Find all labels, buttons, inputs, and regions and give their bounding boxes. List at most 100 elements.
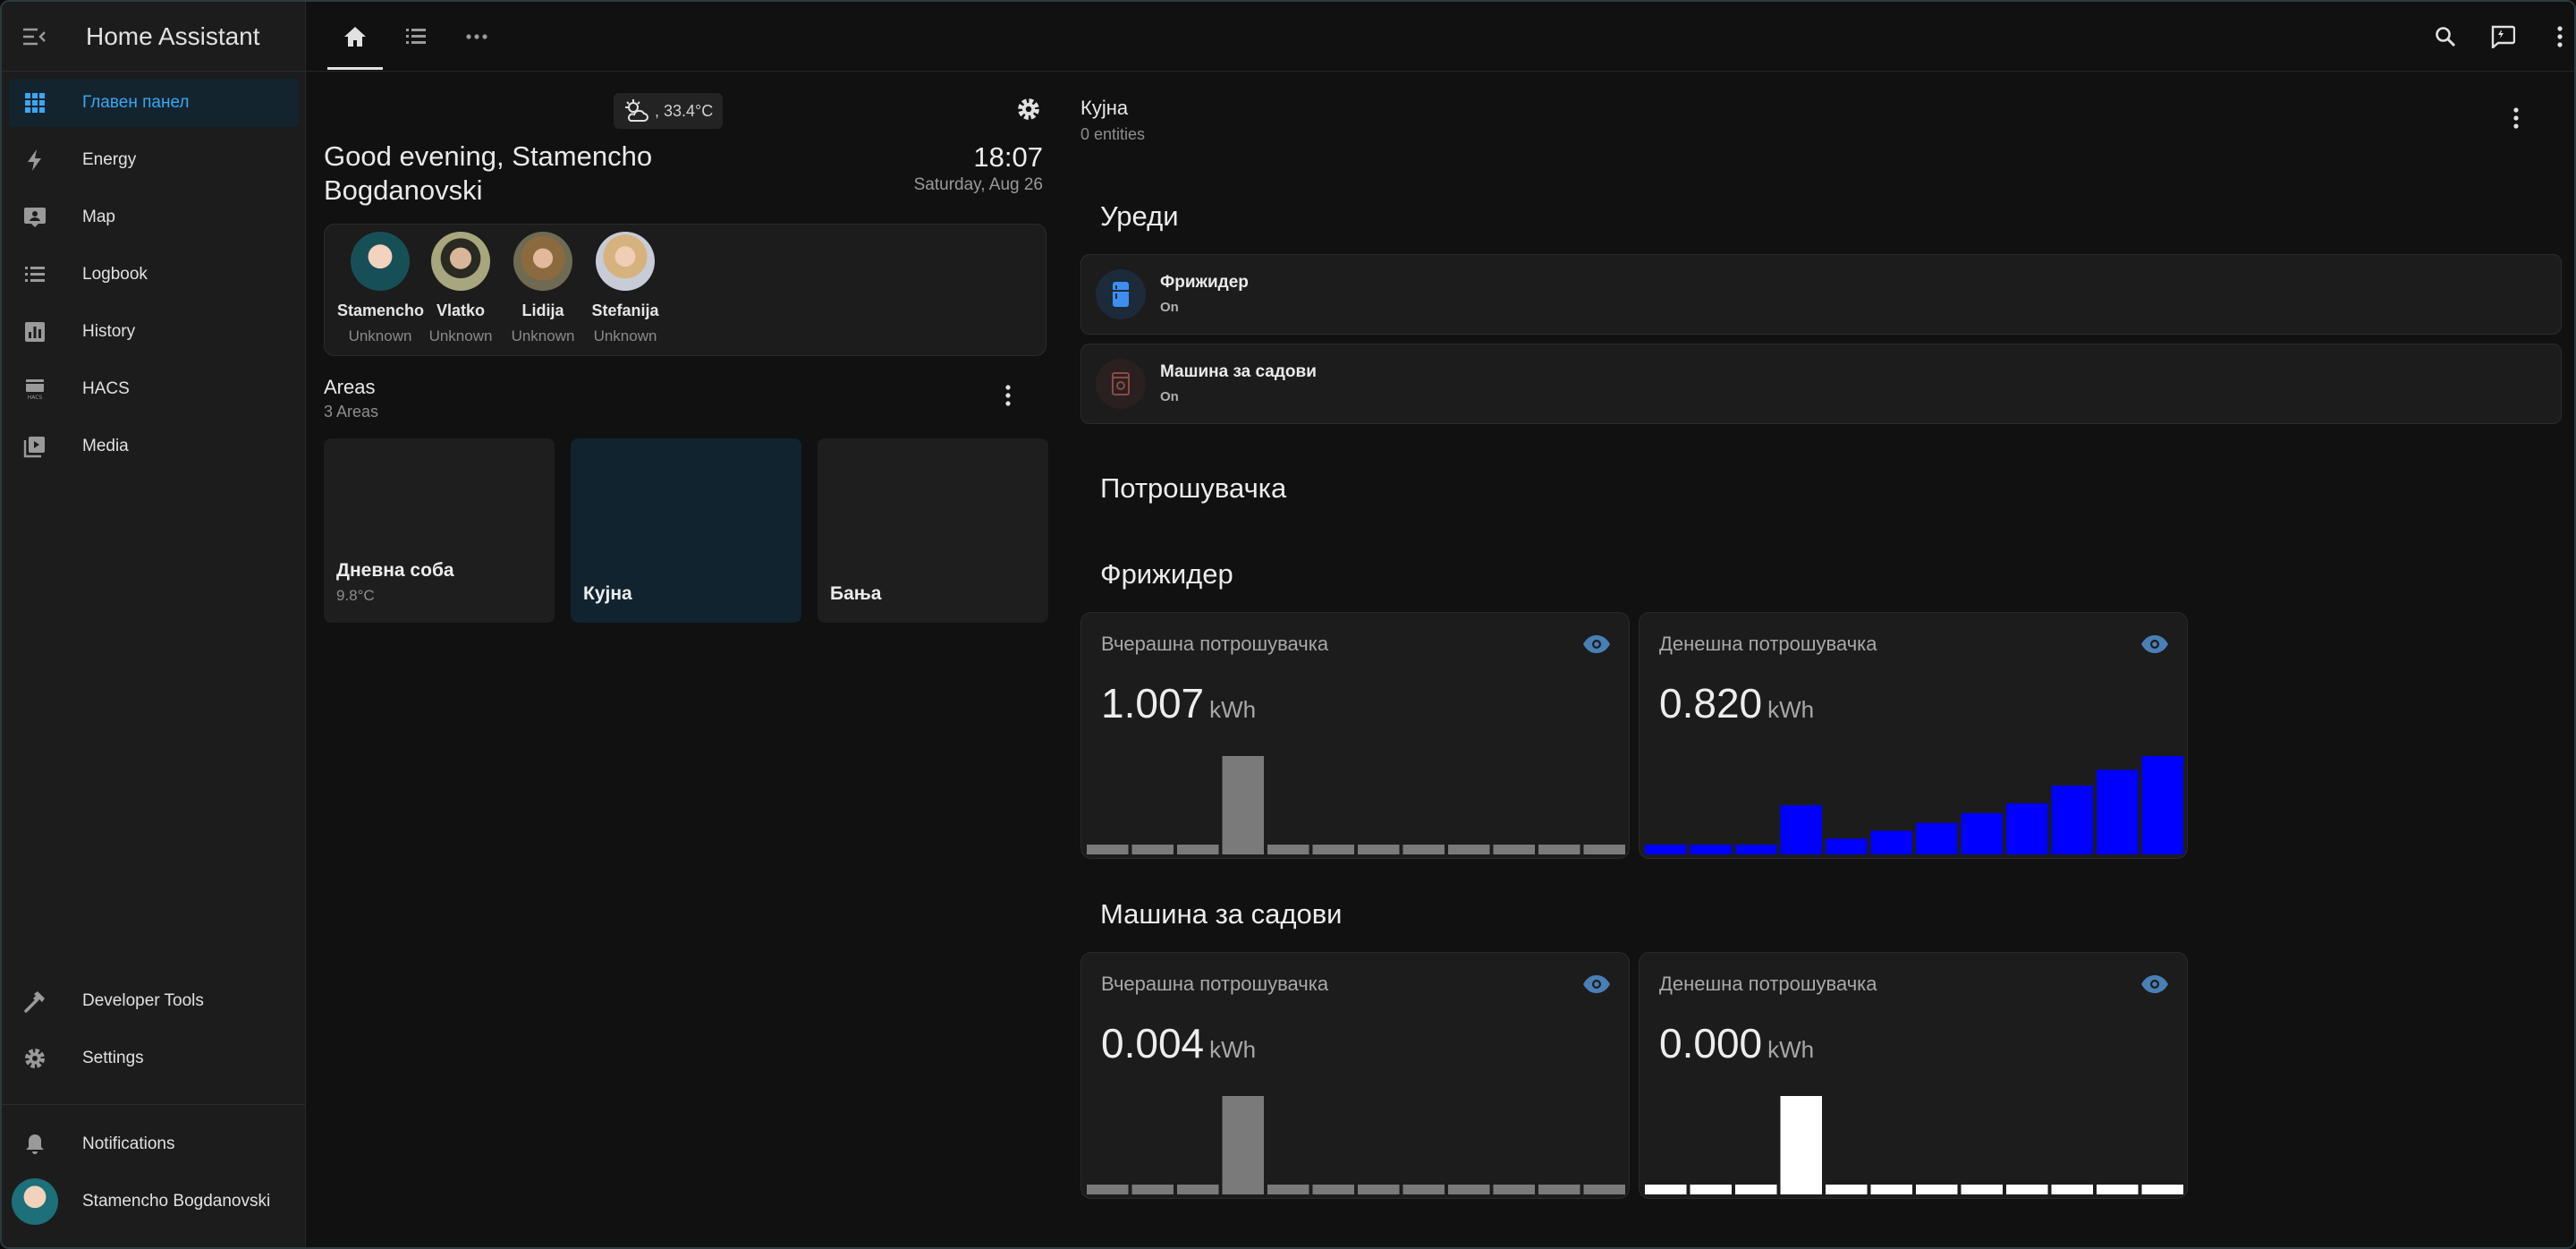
areas-menu-button[interactable]: [1005, 385, 1011, 411]
consumption-bar[interactable]: [2006, 803, 2048, 854]
person-stamencho[interactable]: Stamencho Unknown: [337, 232, 424, 345]
consumption-bar[interactable]: [1493, 1185, 1536, 1194]
consumption-bar[interactable]: [2141, 1185, 2184, 1194]
consumption-bar[interactable]: [2097, 769, 2139, 854]
consumption-bar[interactable]: [1267, 1185, 1309, 1194]
sidebar-item-profile[interactable]: Stamencho Bogdanovski: [9, 1177, 299, 1226]
consumption-bar[interactable]: [1312, 845, 1355, 854]
consumption-bar[interactable]: [1177, 845, 1219, 854]
home-settings-button[interactable]: [1016, 97, 1041, 126]
fridge-consumption-heading: Фрижидер: [1100, 558, 1233, 590]
consumption-bar[interactable]: [1131, 845, 1174, 854]
sidebar-item-media[interactable]: Media: [9, 422, 299, 471]
sidebar-item-developer-tools[interactable]: Developer Tools: [9, 977, 299, 1025]
consumption-bar[interactable]: [1448, 845, 1490, 854]
sidebar-item-settings[interactable]: Settings: [9, 1034, 299, 1083]
consumption-bar[interactable]: [1087, 1185, 1129, 1194]
consumption-bar[interactable]: [1735, 1185, 1777, 1194]
tab-home[interactable]: [326, 2, 385, 72]
sidebar-item-energy[interactable]: Energy: [9, 136, 299, 184]
menu-collapse-icon[interactable]: [2, 2, 66, 72]
eye-icon[interactable]: [2140, 634, 2169, 658]
eye-icon[interactable]: [1582, 974, 1611, 998]
consumption-bar[interactable]: [1448, 1185, 1490, 1194]
eye-icon[interactable]: [2140, 974, 2169, 998]
consumption-bar[interactable]: [1358, 1185, 1400, 1194]
person-vlatko[interactable]: Vlatko Unknown: [418, 232, 504, 345]
sidebar-item-logbook[interactable]: Logbook: [9, 251, 299, 299]
avatar-wrap: [9, 1178, 61, 1225]
consumption-bar[interactable]: [1870, 1185, 1913, 1194]
area-card-living-room[interactable]: Дневна соба 9.8°C: [324, 438, 555, 623]
device-state: On: [1160, 300, 1179, 315]
consumption-bar[interactable]: [2141, 756, 2184, 854]
consumption-bar[interactable]: [1735, 845, 1777, 854]
consumption-bar[interactable]: [1358, 845, 1400, 854]
stat-card-fridge-yesterday[interactable]: Вчерашна потрошувачка 1.007 kWh: [1080, 612, 1630, 859]
consumption-bar[interactable]: [1312, 1185, 1355, 1194]
tab-more[interactable]: [447, 2, 506, 72]
consumption-bar[interactable]: [1538, 1185, 1580, 1194]
sidebar-item-label: Energy: [82, 150, 137, 169]
consumption-bar[interactable]: [1177, 1185, 1219, 1194]
consumption-bar[interactable]: [1402, 845, 1445, 854]
person-stefanija[interactable]: Stefanija Unknown: [582, 232, 668, 345]
consumption-bar[interactable]: [1690, 845, 1733, 854]
consumption-bar[interactable]: [1222, 756, 1265, 854]
device-tile-fridge[interactable]: Фрижидер On: [1080, 254, 2562, 335]
eye-icon[interactable]: [1582, 634, 1611, 658]
consumption-bar[interactable]: [1493, 845, 1536, 854]
weather-chip[interactable]: , 33.4°C: [614, 93, 723, 129]
device-name: Машина за садови: [1160, 362, 1317, 381]
hammer-icon: [9, 990, 61, 1013]
consumption-bar[interactable]: [1961, 812, 2004, 854]
stat-card-fridge-today[interactable]: Денешна потрошувачка 0.820 kWh: [1639, 612, 2188, 859]
consumption-bar[interactable]: [1538, 845, 1580, 854]
consumption-bar[interactable]: [1916, 1185, 1958, 1194]
consumption-bar[interactable]: [1916, 822, 1958, 854]
sidebar-item-hacs[interactable]: HACS HACS: [9, 365, 299, 413]
area-name: Дневна соба: [336, 560, 454, 581]
avatar: [513, 232, 572, 291]
consumption-bar[interactable]: [2097, 1185, 2139, 1194]
consumption-bar[interactable]: [1583, 845, 1626, 854]
overflow-menu-button[interactable]: [2533, 2, 2574, 72]
consumption-bar[interactable]: [1961, 1185, 2004, 1194]
consumption-bar[interactable]: [1826, 1185, 1868, 1194]
consumption-bar[interactable]: [1222, 1096, 1265, 1194]
sidebar-item-map[interactable]: Map: [9, 193, 299, 242]
consumption-bar[interactable]: [1780, 1096, 1823, 1194]
area-card-bathroom[interactable]: Бања: [818, 438, 1048, 623]
tab-list[interactable]: [386, 2, 445, 72]
consumption-bar[interactable]: [1780, 805, 1823, 854]
person-lidija[interactable]: Lidija Unknown: [500, 232, 586, 345]
consumption-bar[interactable]: [1645, 845, 1687, 854]
device-tile-dishwasher[interactable]: Машина за садови On: [1080, 344, 2562, 424]
sidebar-item-notifications[interactable]: Notifications: [9, 1120, 299, 1168]
search-button[interactable]: [2419, 2, 2472, 72]
area-title: Кујна: [1080, 97, 1129, 119]
area-card-kitchen[interactable]: Кујна: [571, 438, 801, 623]
consumption-bar[interactable]: [1402, 1185, 1445, 1194]
consumption-bar[interactable]: [2051, 1185, 2094, 1194]
sidebar-item-dashboard[interactable]: Главен панел: [9, 79, 299, 127]
sidebar-item-label: Settings: [82, 1049, 144, 1067]
consumption-bar[interactable]: [1870, 830, 1913, 854]
consumption-bar[interactable]: [1131, 1185, 1174, 1194]
stat-card-dishwasher-today[interactable]: Денешна потрошувачка 0.000 kWh: [1639, 952, 2188, 1199]
sidebar-item-history[interactable]: History: [9, 308, 299, 356]
assist-button[interactable]: [2476, 2, 2529, 72]
person-name: Lidija: [521, 302, 564, 319]
consumption-bar[interactable]: [1690, 1185, 1733, 1194]
consumption-bar[interactable]: [1583, 1185, 1626, 1194]
consumption-bar[interactable]: [1645, 1185, 1687, 1194]
area-menu-button[interactable]: [2513, 107, 2519, 133]
consumption-bar[interactable]: [1826, 838, 1868, 854]
sidebar-item-label: History: [82, 322, 136, 341]
consumption-bar[interactable]: [1087, 845, 1129, 854]
area-name: Кујна: [583, 583, 632, 604]
stat-card-dishwasher-yesterday[interactable]: Вчерашна потрошувачка 0.004 kWh: [1080, 952, 1630, 1199]
consumption-bar[interactable]: [2006, 1185, 2048, 1194]
consumption-bar[interactable]: [2051, 786, 2094, 854]
consumption-bar[interactable]: [1267, 845, 1309, 854]
